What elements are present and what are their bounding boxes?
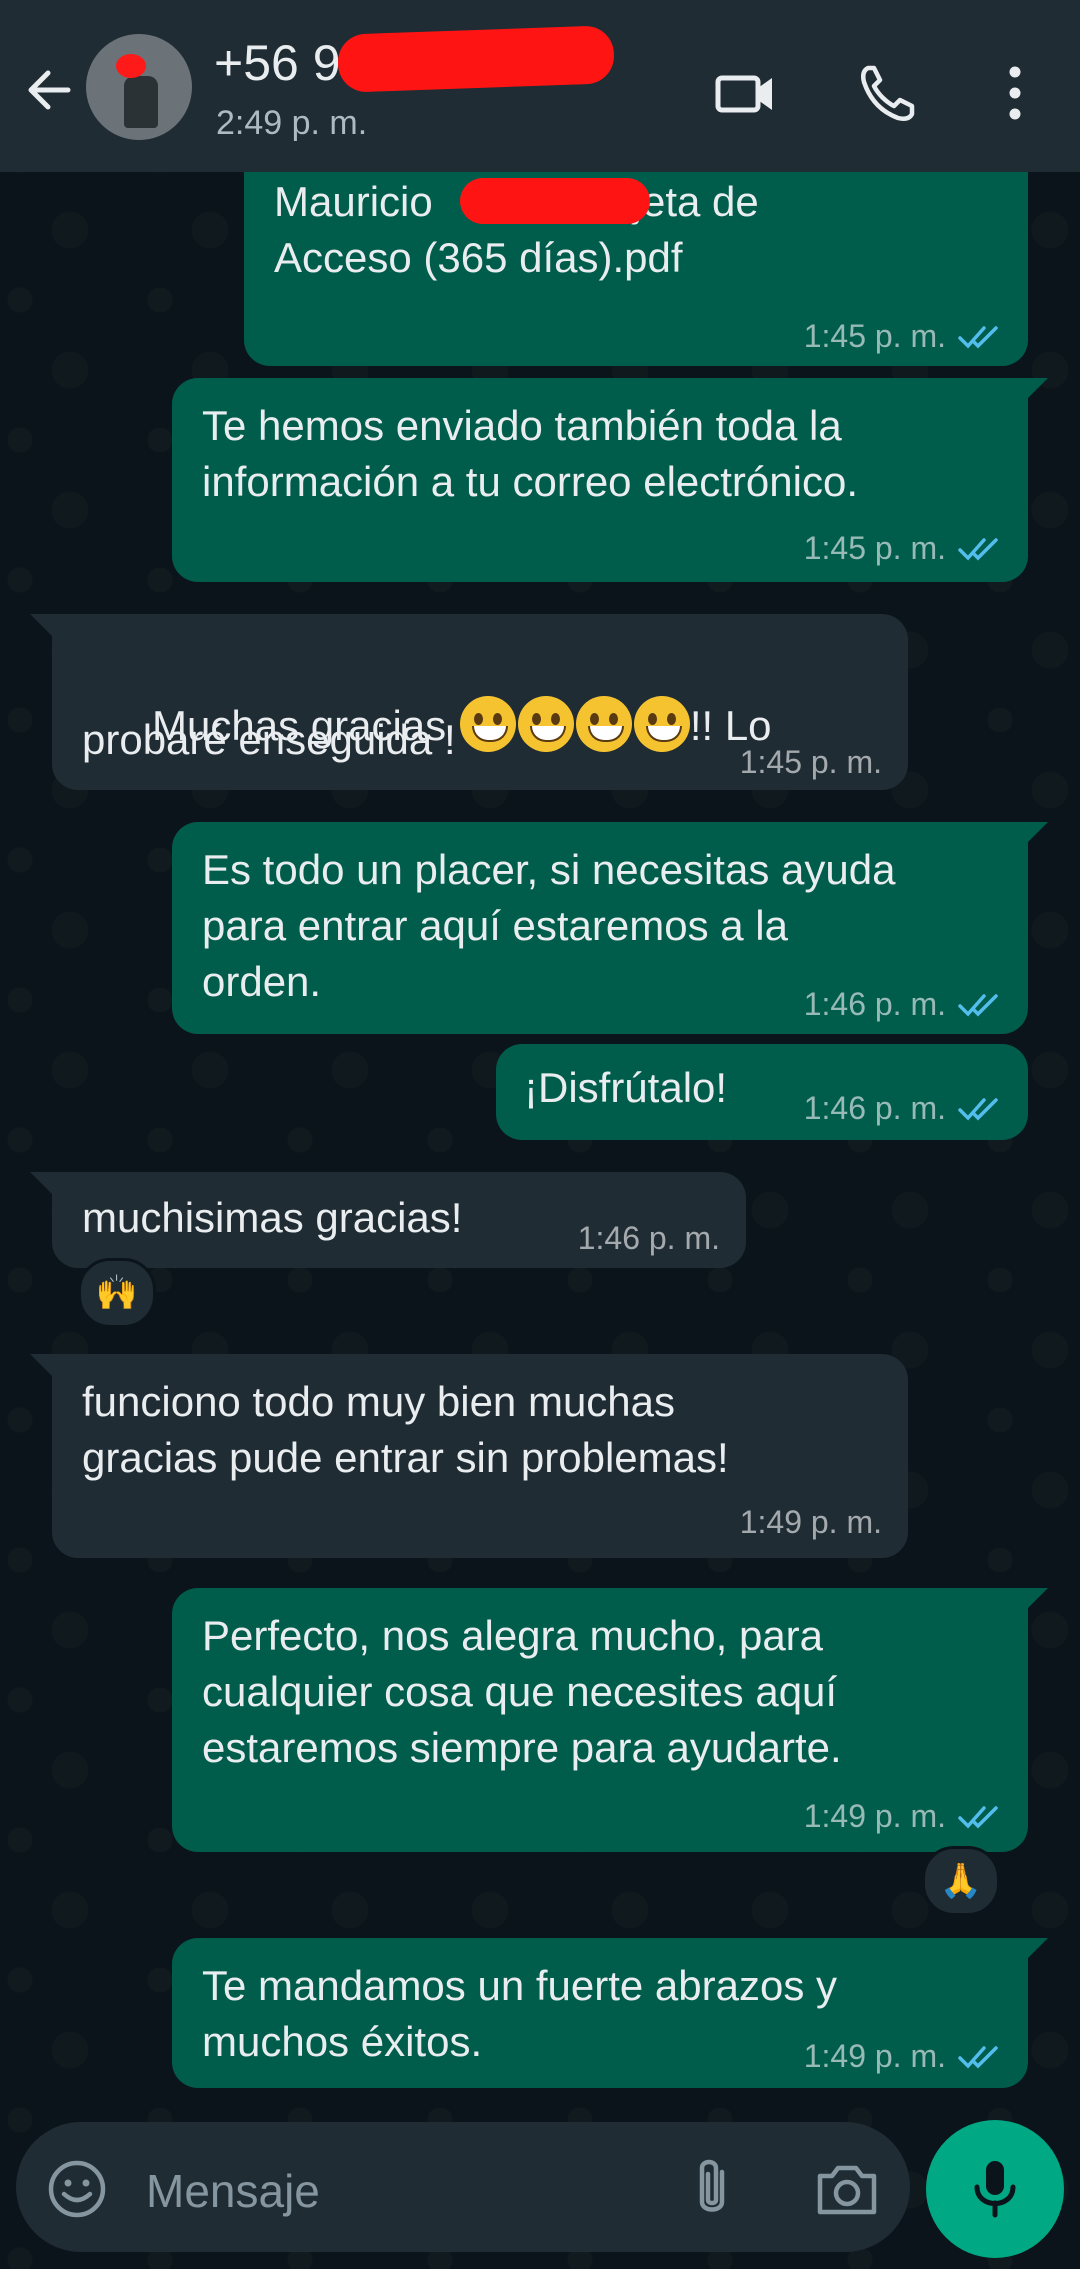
- message-text: Te hemos enviado también toda la informa…: [202, 402, 858, 505]
- double-check-icon: [958, 537, 998, 561]
- message-meta: 1:46 p. m.: [804, 986, 1004, 1023]
- message-meta: 1:49 p. m.: [804, 2038, 1004, 2075]
- message-time: 1:46 p. m.: [577, 1220, 720, 1256]
- message-text: Es todo un placer, si necesitas ayuda pa…: [202, 846, 896, 1005]
- avatar[interactable]: [86, 34, 192, 140]
- bubble-tail: [1026, 378, 1048, 400]
- message-input[interactable]: Mensaje: [146, 2164, 320, 2218]
- back-arrow-icon[interactable]: [18, 58, 82, 122]
- mic-icon: [974, 2161, 1016, 2218]
- double-check-icon: [958, 1805, 998, 1829]
- message-time: 1:49 p. m.: [803, 2038, 946, 2074]
- message-bubble-outgoing[interactable]: Es todo un placer, si necesitas ayuda pa…: [172, 822, 1028, 1034]
- raising-hands-emoji: 🙌: [95, 1274, 139, 1312]
- message-meta: 1:45 p. m.: [740, 744, 882, 781]
- message-meta: 1:45 p. m.: [804, 318, 1004, 355]
- message-time: 1:46 p. m.: [803, 1090, 946, 1126]
- bubble-tail: [1026, 1588, 1048, 1610]
- message-meta: 1:46 p. m.: [578, 1220, 720, 1257]
- message-text: funciono todo muy bien muchas gracias pu…: [82, 1378, 729, 1481]
- bubble-tail: [30, 1172, 52, 1194]
- bubble-tail: [1026, 822, 1048, 844]
- message-text: probaré enseguida !: [82, 716, 456, 763]
- grinning-emoji-icon: [517, 696, 574, 752]
- message-bubble-incoming[interactable]: muchisimas gracias! 1:46 p. m.: [52, 1172, 746, 1268]
- message-time: 1:45 p. m.: [803, 318, 946, 354]
- double-check-icon: [958, 2045, 998, 2069]
- message-list[interactable]: Mauricio - Tarjeta de Acceso (365 días).…: [0, 0, 1080, 2269]
- message-time: 1:49 p. m.: [739, 1504, 882, 1540]
- message-bubble-incoming[interactable]: funciono todo muy bien muchas gracias pu…: [52, 1354, 908, 1558]
- bubble-tail: [30, 614, 52, 636]
- message-meta: 1:45 p. m.: [804, 530, 1004, 567]
- message-text: muchisimas gracias!: [82, 1194, 463, 1241]
- mic-button[interactable]: [926, 2120, 1064, 2258]
- double-check-icon: [958, 1097, 998, 1121]
- message-time: 1:49 p. m.: [803, 1798, 946, 1834]
- folded-hands-emoji: 🙏: [939, 1862, 983, 1900]
- redaction-mark: [337, 25, 615, 93]
- double-check-icon: [958, 325, 998, 349]
- grinning-emoji-icon: [459, 696, 516, 752]
- attach-icon[interactable]: [682, 2154, 742, 2224]
- message-bubble-outgoing[interactable]: Te hemos enviado también toda la informa…: [172, 378, 1028, 582]
- grinning-emoji-icon: [575, 696, 632, 752]
- message-bubble-outgoing[interactable]: Perfecto, nos alegra mucho, para cualqui…: [172, 1588, 1028, 1852]
- message-text: Te mandamos un fuerte abrazos y muchos é…: [202, 1962, 838, 2065]
- message-bubble-outgoing[interactable]: Te mandamos un fuerte abrazos y muchos é…: [172, 1938, 1028, 2088]
- bubble-tail: [1026, 1938, 1048, 1960]
- phone-icon[interactable]: [852, 58, 922, 128]
- message-time: 1:45 p. m.: [803, 530, 946, 566]
- redaction-mark: [460, 178, 650, 224]
- contact-name[interactable]: +56 9: [214, 34, 341, 92]
- bubble-tail: [30, 1354, 52, 1376]
- message-time: 1:45 p. m.: [739, 744, 882, 780]
- grinning-emoji-icon: [633, 696, 690, 752]
- chat-header: +56 9 2:49 p. m.: [0, 0, 1080, 172]
- message-text: Perfecto, nos alegra mucho, para cualqui…: [202, 1612, 842, 1771]
- message-meta: 1:49 p. m.: [804, 1798, 1004, 1835]
- more-vert-icon[interactable]: [980, 58, 1050, 128]
- message-bubble-incoming[interactable]: Muchas gracias !! Lo probaré enseguida !…: [52, 614, 908, 790]
- message-text: ¡Disfrútalo!: [524, 1064, 728, 1111]
- message-meta: 1:46 p. m.: [804, 1090, 1004, 1127]
- double-check-icon: [958, 993, 998, 1017]
- reaction-badge[interactable]: 🙏: [922, 1846, 1000, 1916]
- message-meta: 1:49 p. m.: [740, 1504, 882, 1541]
- reaction-badge[interactable]: 🙌: [78, 1258, 156, 1328]
- video-call-icon[interactable]: [710, 58, 780, 128]
- message-text-part: !! Lo: [689, 702, 772, 749]
- message-bubble-outgoing[interactable]: ¡Disfrútalo! 1:46 p. m.: [496, 1044, 1028, 1140]
- emoji-icon[interactable]: [44, 2156, 110, 2222]
- last-seen-status: 2:49 p. m.: [216, 104, 368, 142]
- message-time: 1:46 p. m.: [803, 986, 946, 1022]
- camera-icon[interactable]: [812, 2156, 882, 2222]
